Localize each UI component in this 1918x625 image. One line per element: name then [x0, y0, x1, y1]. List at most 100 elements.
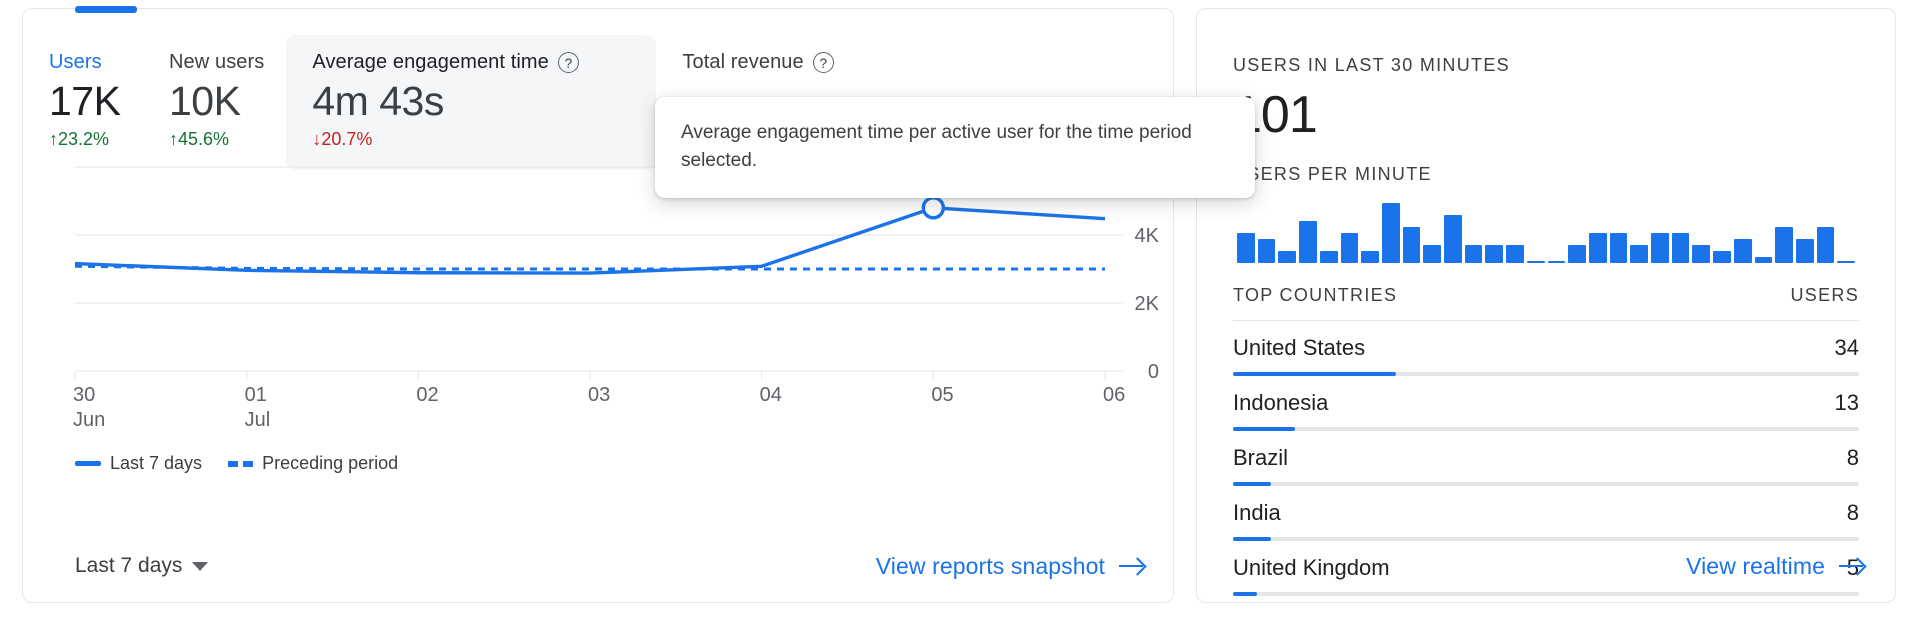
country-name: United States [1233, 335, 1366, 361]
active-tab-indicator [75, 6, 137, 13]
help-icon[interactable]: ? [812, 52, 834, 73]
chevron-down-icon [192, 561, 209, 571]
users-per-minute-bar [1837, 261, 1856, 264]
country-users: 34 [1834, 335, 1859, 361]
users-per-minute-bar [1257, 239, 1276, 264]
users-per-minute-bar [1795, 239, 1814, 264]
y-axis-tick-label: 2K [1135, 293, 1160, 315]
view-reports-snapshot-label: View reports snapshot [875, 552, 1105, 579]
country-bar-track [1233, 372, 1859, 377]
country-users: 8 [1846, 500, 1859, 526]
users-per-minute-bar [1713, 251, 1731, 264]
x-axis-tick-label: 06 [1103, 384, 1125, 406]
users-per-minute-bar [1464, 245, 1483, 264]
delta-arrow-up-icon: ↑ [49, 129, 58, 150]
users-per-minute-bar [1568, 245, 1586, 264]
users-per-minute-label: USERS PER MINUTE [1233, 164, 1432, 185]
users-per-minute-bar [1775, 227, 1793, 264]
metric-label-text: Average engagement time [312, 51, 549, 73]
users-per-minute-bar [1485, 245, 1504, 264]
users-per-minute-bar [1278, 251, 1297, 264]
active-users-value: 101 [1233, 86, 1318, 144]
top-countries-header-right: USERS [1790, 285, 1859, 306]
country-name: Brazil [1233, 445, 1289, 471]
legend-solid-swatch-icon [75, 461, 101, 466]
users-per-minute-bar [1733, 239, 1752, 264]
reports-snapshot-card: Users 17K ↑23.2% New users 10K ↑45.6% Av… [22, 6, 1255, 603]
users-per-minute-bar [1671, 233, 1690, 264]
users-last-30-min-label: USERS IN LAST 30 MINUTES [1233, 55, 1510, 75]
country-bar-fill [1233, 482, 1272, 487]
country-row-top: Indonesia 13 [1233, 390, 1859, 416]
legend-label-preceding-period: Preceding period [262, 453, 399, 473]
reports-snapshot-footer: Last 7 days View reports snapshot [23, 530, 1173, 602]
country-bar-track [1233, 482, 1859, 487]
x-axis-tick-label: 04 [760, 384, 782, 406]
chart-legend: Last 7 days Preceding period [23, 453, 1173, 474]
country-row[interactable]: Brazil 8 [1233, 431, 1859, 487]
country-row[interactable]: Indonesia 13 [1233, 376, 1859, 432]
metric-delta-average-engagement-time: ↓20.7% [312, 129, 634, 150]
users-per-minute-bar-chart [1233, 199, 1859, 264]
metric-label-users: Users [49, 51, 102, 73]
metric-delta-users: ↑23.2% [49, 129, 121, 150]
country-name: Indonesia [1233, 390, 1329, 416]
view-realtime-label: View realtime [1686, 552, 1825, 579]
metric-card-total-revenue[interactable]: Total revenue ? [656, 35, 855, 94]
country-bar-fill [1233, 427, 1296, 432]
x-axis-tick-label: 01 [245, 384, 267, 406]
users-per-minute-bar [1816, 227, 1835, 264]
users-per-minute-bar [1506, 245, 1524, 264]
users-per-minute-bar [1588, 233, 1607, 264]
analytics-overview-page: Users 17K ↑23.2% New users 10K ↑45.6% Av… [0, 0, 1918, 625]
metric-label-text: Total revenue [682, 51, 804, 73]
metric-value-users: 17K [49, 78, 121, 124]
arrow-right-icon [1119, 558, 1145, 575]
users-per-minute-bar [1340, 233, 1359, 264]
users-per-minute-bar [1692, 245, 1711, 264]
view-reports-snapshot-link[interactable]: View reports snapshot [876, 553, 1145, 580]
users-per-minute-bar [1630, 245, 1649, 264]
top-countries-header: TOP COUNTRIES USERS [1233, 263, 1859, 322]
users-per-minute-bar [1361, 251, 1379, 264]
users-per-minute-bar [1444, 215, 1462, 264]
country-users: 8 [1846, 445, 1859, 471]
x-axis-tick-label: 03 [588, 384, 610, 406]
metric-delta-value-new-users: 45.6% [178, 129, 230, 150]
date-range-selector[interactable]: Last 7 days [75, 554, 209, 578]
chart-x-axis-labels: 30 Jun 01 Jul 02 03 04 05 06 [73, 371, 1125, 431]
legend-item-last-7-days: Last 7 days [75, 453, 202, 474]
top-countries-header-left: TOP COUNTRIES [1233, 285, 1398, 306]
country-row-top: India 8 [1233, 500, 1859, 526]
legend-label-last-7-days: Last 7 days [110, 453, 203, 473]
users-per-minute-bar [1299, 221, 1317, 264]
realtime-footer: View realtime [1197, 530, 1895, 602]
help-icon[interactable]: ? [557, 52, 579, 73]
users-per-minute-bar [1609, 233, 1628, 264]
arrow-right-icon [1839, 558, 1865, 575]
delta-arrow-up-icon: ↑ [169, 129, 178, 150]
country-row[interactable]: United States 34 [1233, 321, 1859, 377]
country-row-top: Brazil 8 [1233, 445, 1859, 471]
users-per-minute-bar [1526, 261, 1545, 264]
users-per-minute-bar [1237, 233, 1255, 264]
metric-value-new-users: 10K [169, 78, 241, 124]
metric-delta-value-average-engagement-time: 20.7% [321, 129, 373, 150]
users-per-minute-bar [1402, 227, 1421, 264]
users-per-minute-bar [1381, 203, 1400, 264]
country-row-top: United States 34 [1233, 335, 1859, 361]
metric-delta-value-users: 23.2% [58, 129, 110, 150]
users-per-minute-bar [1547, 261, 1566, 264]
users-per-minute-bar [1319, 251, 1338, 264]
metric-label-total-revenue: Total revenue ? [682, 51, 834, 74]
users-per-minute-bar [1423, 245, 1442, 264]
legend-item-preceding-period: Preceding period [228, 453, 398, 474]
users-per-minute-bar [1651, 233, 1669, 264]
country-users: 13 [1834, 390, 1859, 416]
x-axis-tick-sublabel: Jul [245, 409, 271, 431]
metric-label-new-users: New users [169, 51, 265, 73]
y-axis-tick-label: 0 [1148, 361, 1159, 383]
metric-value-average-engagement-time: 4m 43s [312, 78, 444, 124]
realtime-card: USERS IN LAST 30 MINUTES 101 USERS PER M… [1196, 8, 1896, 603]
view-realtime-link[interactable]: View realtime [1686, 553, 1865, 580]
